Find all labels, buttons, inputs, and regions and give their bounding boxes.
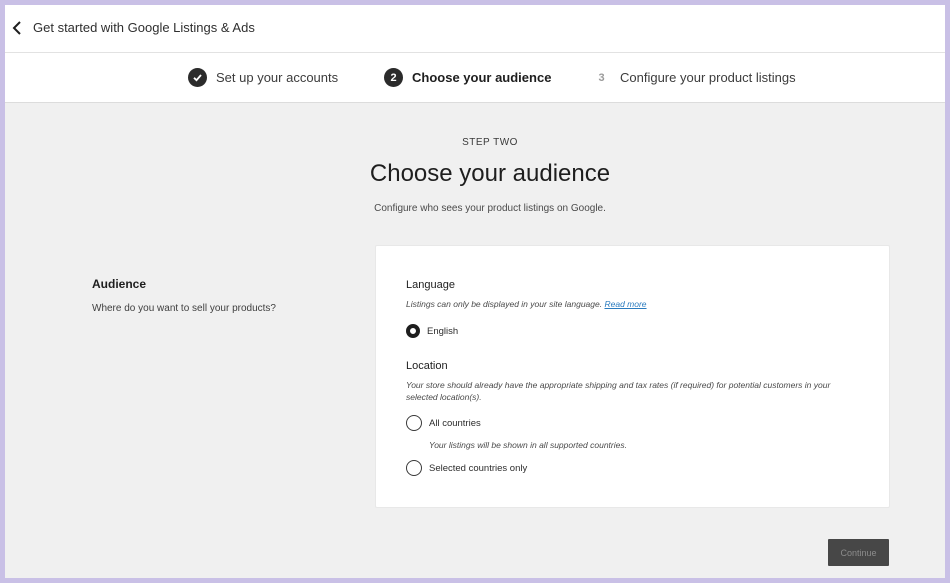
radio-english[interactable]: English bbox=[406, 324, 458, 338]
radio-all-countries[interactable]: All countries bbox=[406, 415, 481, 431]
read-more-link[interactable]: Read more bbox=[604, 299, 646, 309]
step-number-badge: 2 bbox=[384, 68, 403, 87]
app-frame: Get started with Google Listings & Ads S… bbox=[5, 5, 945, 578]
radio-label: English bbox=[427, 325, 459, 337]
radio-label: Selected countries only bbox=[429, 462, 528, 474]
continue-button[interactable]: Continue bbox=[828, 539, 889, 566]
audience-help: Where do you want to sell your products? bbox=[92, 303, 276, 314]
chevron-left-icon bbox=[12, 21, 21, 35]
radio-selected-countries[interactable]: Selected countries only bbox=[406, 460, 527, 476]
page-subtitle: Configure who sees your product listings… bbox=[374, 203, 606, 214]
header-title: Get started with Google Listings & Ads bbox=[33, 20, 255, 35]
step-choose-audience[interactable]: 2 Choose your audience bbox=[384, 68, 551, 87]
audience-heading: Audience bbox=[92, 277, 147, 291]
location-help: Your store should already have the appro… bbox=[406, 380, 831, 402]
radio-button[interactable] bbox=[406, 415, 422, 431]
location-label: Location bbox=[406, 360, 448, 372]
radio-button[interactable] bbox=[406, 460, 422, 476]
radio-button-checked[interactable] bbox=[406, 324, 420, 338]
step-configure-listings[interactable]: 3 Configure your product listings bbox=[592, 68, 796, 87]
step-label: Configure your product listings bbox=[620, 70, 796, 85]
page-title: Choose your audience bbox=[369, 160, 611, 187]
radio-label: All countries bbox=[429, 417, 481, 429]
top-bar: Get started with Google Listings & Ads bbox=[5, 5, 945, 53]
step-set-up-accounts[interactable]: Set up your accounts bbox=[188, 68, 338, 87]
back-button[interactable] bbox=[7, 18, 27, 38]
step-number-badge: 3 bbox=[598, 71, 605, 84]
stepper: Set up your accounts 2 Choose your audie… bbox=[5, 53, 945, 103]
step-eyebrow: STEP TWO bbox=[462, 137, 518, 148]
checkmark-icon bbox=[188, 68, 207, 87]
language-label: Language bbox=[406, 279, 455, 291]
step-label: Choose your audience bbox=[412, 70, 552, 85]
audience-card: Language Listings can only be displayed … bbox=[375, 245, 890, 508]
step-label: Set up your accounts bbox=[216, 70, 339, 85]
all-countries-description: Your listings will be shown in all suppo… bbox=[429, 440, 627, 450]
language-help: Listings can only be displayed in your s… bbox=[406, 299, 647, 309]
